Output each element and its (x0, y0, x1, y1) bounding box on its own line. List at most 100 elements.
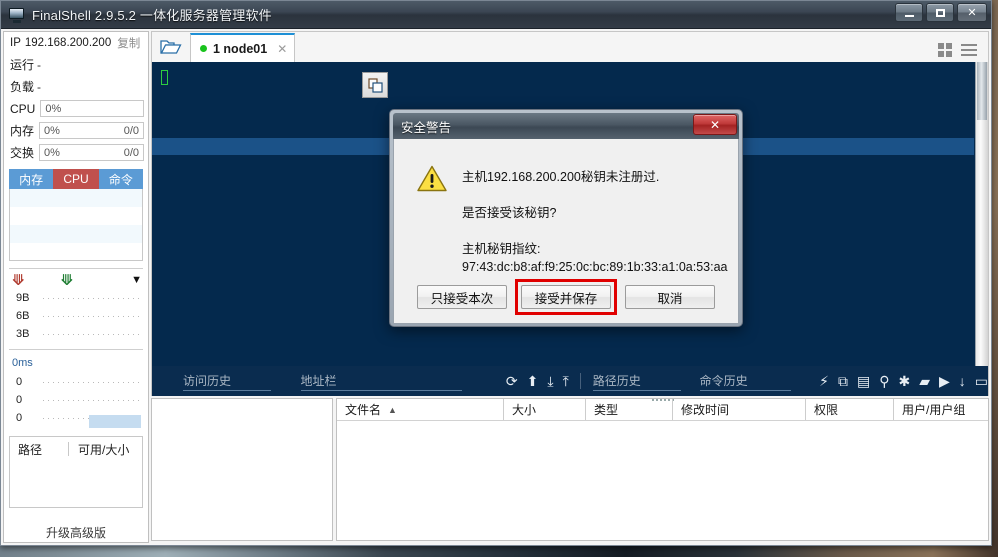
window-title: FinalShell 2.9.5.2 一体化服务器管理软件 (32, 8, 272, 23)
disk-path-header: 路径 (18, 442, 43, 457)
uptime-row: 运行 - (4, 53, 148, 75)
command-history-field[interactable]: 命令历史 (699, 372, 796, 391)
security-warning-dialog: 安全警告 ✕ 主机192.168.200.200秘钥未注册过. 是否接受该秘钥?… (389, 109, 743, 327)
file-browser: 文件名 ▲ 大小 类型 修改时间 权限 用户/用户组 (151, 396, 989, 543)
cancel-button[interactable]: 取消 (625, 285, 715, 309)
upgrade-link[interactable]: 升级高级版 (4, 524, 148, 541)
dialog-buttons: 只接受本次 接受并保存 取消 (394, 279, 738, 315)
open-folder-icon[interactable]: ▰ (919, 374, 930, 388)
finalshell-window: FinalShell 2.9.5.2 一体化服务器管理软件 ✕ IP 192.1… (0, 0, 992, 546)
column-permissions[interactable]: 权限 (805, 399, 893, 420)
window-icon[interactable]: ▭ (975, 374, 988, 388)
latency-label: 0ms (12, 357, 33, 369)
cpu-meter: 0% (40, 100, 144, 117)
paste-files-icon[interactable]: ▤ (857, 374, 870, 388)
cpu-meter-percent: 0% (45, 102, 62, 115)
chevron-down-icon[interactable]: ▼ (131, 274, 142, 286)
copy-files-icon[interactable]: ⧉ (838, 374, 848, 388)
terminal-scrollbar[interactable] (975, 62, 988, 366)
column-modified[interactable]: 修改时间 (672, 399, 805, 420)
close-icon[interactable]: ✕ (277, 42, 287, 56)
swap-meter: 0% 0/0 (39, 144, 144, 161)
sftp-right-icons: ⚡ ⧉ ▤ ⚲ ✱ ▰ ▶ ↓ ▭ (819, 374, 988, 388)
cancel-wrap: 取消 (625, 285, 715, 309)
uptime-value: - (37, 57, 42, 72)
dialog-close-button[interactable]: ✕ (693, 114, 737, 135)
warning-triangle-icon (417, 165, 447, 192)
swap-meter-row: 交换 0% 0/0 (4, 141, 148, 163)
open-folder-icon[interactable] (152, 32, 190, 62)
column-owner-group[interactable]: 用户/用户组 (893, 399, 988, 420)
tab-memory[interactable]: 内存 (9, 169, 54, 189)
accept-once-wrap: 只接受本次 (417, 285, 507, 309)
memory-meter-row: 内存 0% 0/0 (4, 119, 148, 141)
visit-history-field[interactable]: 访问历史 (183, 372, 279, 391)
copy-icon[interactable] (362, 72, 388, 98)
process-list[interactable] (9, 189, 143, 261)
download-tray-icon[interactable]: ⤓ (547, 374, 553, 388)
path-history-field[interactable]: 路径历史 (592, 372, 685, 391)
session-tab-node01[interactable]: 1 node01 ✕ (190, 33, 296, 62)
upload-tray-icon[interactable]: ⤒ (563, 374, 569, 388)
cpu-meter-label: CPU (10, 101, 36, 116)
list-view-icon[interactable] (961, 44, 977, 56)
latency-graph: 0ms 0 0 0 (9, 354, 143, 428)
maximize-button[interactable] (926, 3, 954, 22)
dialog-body: 主机192.168.200.200秘钥未注册过. 是否接受该秘钥? 主机秘钥指纹… (393, 139, 739, 324)
net-axis-label: 6B (9, 307, 143, 325)
address-bar-field[interactable]: 地址栏 (300, 372, 466, 391)
disk-table-header: 路径 可用/大小 (10, 437, 142, 461)
window-titlebar: FinalShell 2.9.5.2 一体化服务器管理软件 ✕ (1, 1, 991, 29)
load-label: 负载 (10, 80, 35, 94)
column-size[interactable]: 大小 (503, 399, 585, 420)
search-icon[interactable]: ⚲ (879, 374, 889, 388)
monitor-icon (9, 7, 25, 23)
sftp-toolbar: 访问历史 地址栏 ⟳ ⬆ ⤓ ⤒ 路径历史 命令历史 ⚡ ⧉ ▤ ⚲ ✱ ▰ ▶… (151, 366, 989, 396)
dialog-fingerprint: 97:43:dc:b8:af:f9:25:0c:bc:89:1b:33:a1:0… (462, 260, 728, 274)
session-tabbar: 1 node01 ✕ (151, 31, 989, 62)
grid-view-icon[interactable] (938, 43, 952, 57)
cpu-meter-row: CPU 0% (4, 97, 148, 119)
play-icon[interactable]: ▶ (939, 374, 950, 388)
window-controls: ✕ (895, 3, 987, 22)
copy-ip-button[interactable]: 复制 (117, 35, 140, 51)
ip-value: 192.168.200.200 (24, 37, 112, 49)
close-button[interactable]: ✕ (957, 3, 987, 22)
latency-axis-label: 0 (9, 391, 143, 409)
network-graph-header: ⟱ ⟱ ▼ (4, 269, 148, 289)
dialog-line-3: 主机秘钥指纹: (462, 242, 541, 256)
dialog-title: 安全警告 (401, 120, 452, 135)
tab-cpu[interactable]: CPU (53, 169, 99, 189)
uptime-label: 运行 (10, 58, 35, 72)
dialog-line-2: 是否接受该秘钥? (462, 206, 557, 220)
dialog-titlebar: 安全警告 ✕ (393, 113, 739, 139)
file-list-header: 文件名 ▲ 大小 类型 修改时间 权限 用户/用户组 (337, 399, 988, 421)
network-graph: 9B 6B 3B (9, 289, 143, 343)
local-file-pane[interactable] (151, 398, 333, 541)
download-icon[interactable]: ↓ (959, 374, 966, 388)
column-type[interactable]: 类型 (585, 399, 672, 420)
column-filename[interactable]: 文件名 ▲ (337, 399, 503, 420)
latency-graph-fill (89, 415, 141, 428)
accept-once-button[interactable]: 只接受本次 (417, 285, 507, 309)
swap-meter-detail: 0/0 (123, 146, 139, 159)
load-row: 负载 - (4, 75, 148, 97)
status-dot-icon (200, 45, 207, 52)
upload-arrow-icon[interactable]: ⬆ (527, 374, 539, 388)
divider (9, 349, 143, 350)
minimize-button[interactable] (895, 3, 923, 22)
tab-command[interactable]: 命令 (98, 169, 143, 189)
sftp-left-icons: ⟳ ⬆ ⤓ ⤒ (506, 374, 569, 388)
remote-file-pane[interactable]: 文件名 ▲ 大小 类型 修改时间 权限 用户/用户组 (336, 398, 989, 541)
ip-label: IP (10, 37, 21, 49)
memory-meter-label: 内存 (10, 124, 35, 138)
arrow-up-icon: ⟱ (12, 271, 25, 289)
refresh-icon[interactable]: ⟳ (506, 374, 518, 388)
server-info-sidebar: IP 192.168.200.200 复制 运行 - 负载 - CPU 0% 内… (3, 31, 149, 543)
memory-meter-detail: 0/0 (123, 124, 139, 137)
memory-meter-percent: 0% (44, 124, 60, 137)
gear-icon[interactable]: ✱ (898, 374, 910, 388)
scrollbar-thumb[interactable] (977, 62, 987, 120)
lightning-icon[interactable]: ⚡ (819, 374, 829, 388)
swap-meter-label: 交换 (10, 146, 35, 160)
